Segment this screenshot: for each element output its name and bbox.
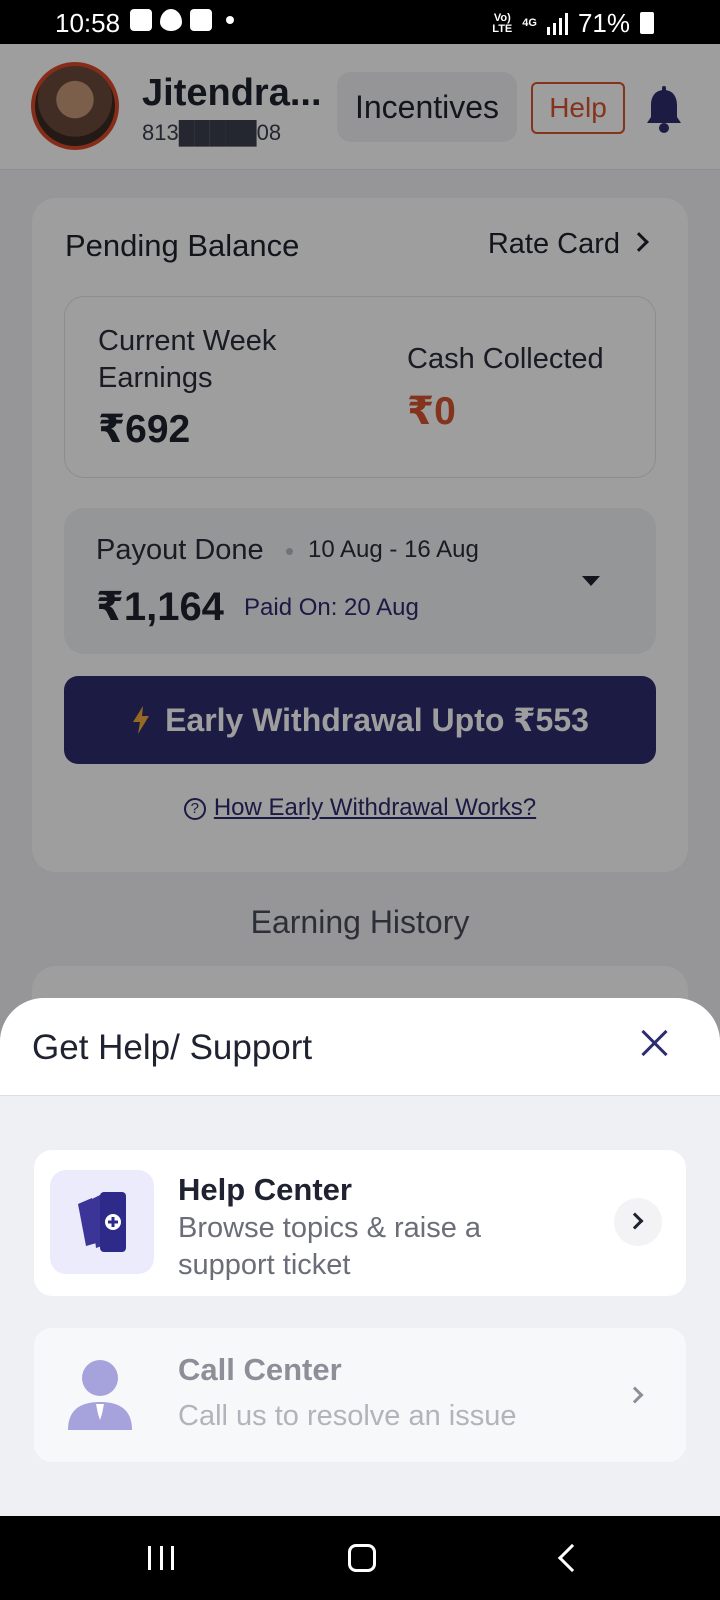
close-icon[interactable] xyxy=(640,1028,670,1058)
help-support-sheet: Get Help/ Support Help Center Browse top… xyxy=(0,998,720,1516)
more-notifications-icon xyxy=(226,16,234,24)
status-bar: 10:58 Vo) LTE 4G 71% xyxy=(0,0,720,44)
recent-apps-icon[interactable] xyxy=(148,1546,174,1570)
battery-icon xyxy=(640,12,654,34)
help-center-title: Help Center xyxy=(178,1172,352,1207)
status-time: 10:58 xyxy=(55,8,121,38)
call-center-option[interactable]: Call Center Call us to resolve an issue xyxy=(34,1328,686,1462)
youtube-icon xyxy=(130,9,152,31)
battery-percent: 71% xyxy=(577,8,630,38)
status-right: Vo) LTE 4G 71% xyxy=(492,8,630,39)
sheet-header: Get Help/ Support xyxy=(0,998,720,1096)
signal-icon xyxy=(546,12,568,35)
help-center-description: Browse topics & raise a support ticket xyxy=(178,1212,482,1281)
data-type-indicator: 4G xyxy=(522,17,537,29)
help-center-option[interactable]: Help Center Browse topics & raise a supp… xyxy=(34,1150,686,1296)
home-icon[interactable] xyxy=(348,1544,376,1572)
system-nav-bar xyxy=(0,1516,720,1600)
help-center-arrow[interactable] xyxy=(614,1198,662,1246)
gallery-icon xyxy=(190,9,212,31)
call-center-title: Call Center xyxy=(178,1352,342,1387)
person-icon xyxy=(68,1360,132,1430)
ticket-icon xyxy=(78,1192,126,1252)
help-center-icon xyxy=(50,1170,154,1274)
volte-indicator: Vo) LTE xyxy=(492,11,513,35)
swiggy-icon xyxy=(160,9,182,31)
call-center-description: Call us to resolve an issue xyxy=(178,1400,517,1432)
chevron-right-icon xyxy=(626,1212,644,1230)
back-icon[interactable] xyxy=(557,1543,587,1573)
sheet-title: Get Help/ Support xyxy=(32,1028,313,1067)
notification-icons xyxy=(130,9,234,31)
